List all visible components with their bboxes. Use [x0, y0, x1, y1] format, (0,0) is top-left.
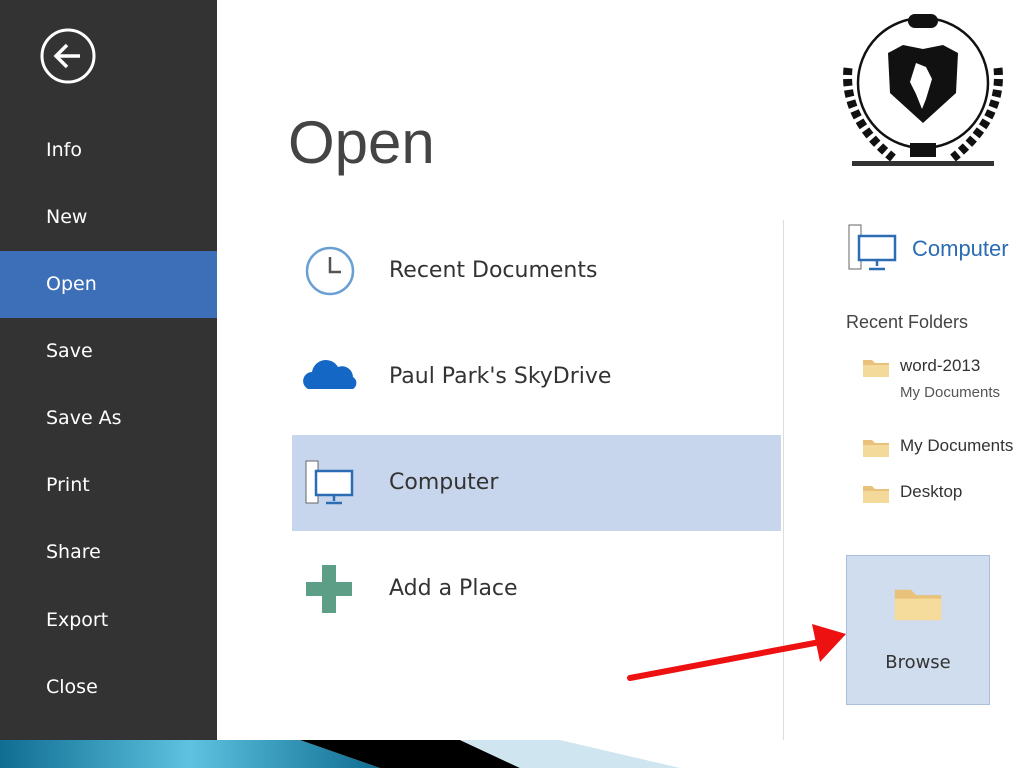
sidebar-item-open[interactable]: Open: [0, 251, 217, 318]
sidebar-item-info[interactable]: Info: [0, 117, 217, 184]
computer-icon: [305, 460, 354, 505]
plus-icon: [306, 565, 352, 613]
place-label: Add a Place: [389, 576, 518, 601]
clock-icon: [305, 246, 355, 296]
page-title: Open: [288, 109, 435, 176]
sidebar-item-print[interactable]: Print: [0, 452, 217, 519]
sidebar-item-new[interactable]: New: [0, 184, 217, 251]
sidebar-item-close[interactable]: Close: [0, 654, 217, 721]
sidebar-item-share[interactable]: Share: [0, 519, 217, 586]
folder-name: word-2013: [900, 356, 981, 375]
sidebar-item-export[interactable]: Export: [0, 587, 217, 654]
recent-folders-label: Recent Folders: [846, 312, 969, 332]
place-label: Recent Documents: [389, 258, 598, 283]
place-computer[interactable]: Computer: [292, 435, 781, 531]
sidebar-item-save-as[interactable]: Save As: [0, 385, 217, 452]
recent-folder-item[interactable]: word-2013 My Documents: [862, 356, 1020, 401]
folder-name: My Documents: [900, 436, 1014, 455]
folder-icon: [863, 486, 889, 503]
folder-path: My Documents: [900, 384, 1001, 401]
back-arrow-icon[interactable]: [40, 28, 96, 84]
slide-footer-band: [0, 740, 1024, 768]
computer-icon: [848, 224, 897, 271]
folder-icon: [863, 360, 889, 377]
browse-button[interactable]: Browse: [846, 555, 990, 705]
folder-name: Desktop: [900, 482, 963, 501]
folder-icon: [894, 589, 942, 621]
cloud-icon: [303, 359, 357, 389]
place-recent-documents[interactable]: Recent Documents: [292, 223, 781, 319]
ailf-logo: [843, 14, 1003, 166]
browse-label: Browse: [885, 652, 951, 673]
place-skydrive[interactable]: Paul Park's SkyDrive: [292, 329, 781, 425]
place-label: Paul Park's SkyDrive: [389, 364, 612, 389]
recent-folder-item[interactable]: My Documents: [862, 436, 1020, 468]
recent-folder-item[interactable]: Desktop: [862, 482, 1020, 514]
folder-icon: [863, 440, 889, 457]
backstage-sidebar: Info New Open Save Save As Print Share E…: [0, 0, 217, 740]
sidebar-item-save[interactable]: Save: [0, 318, 217, 385]
place-label: Computer: [389, 470, 499, 495]
location-heading: Computer: [912, 236, 1009, 261]
red-arrow-annotation: [627, 624, 846, 681]
